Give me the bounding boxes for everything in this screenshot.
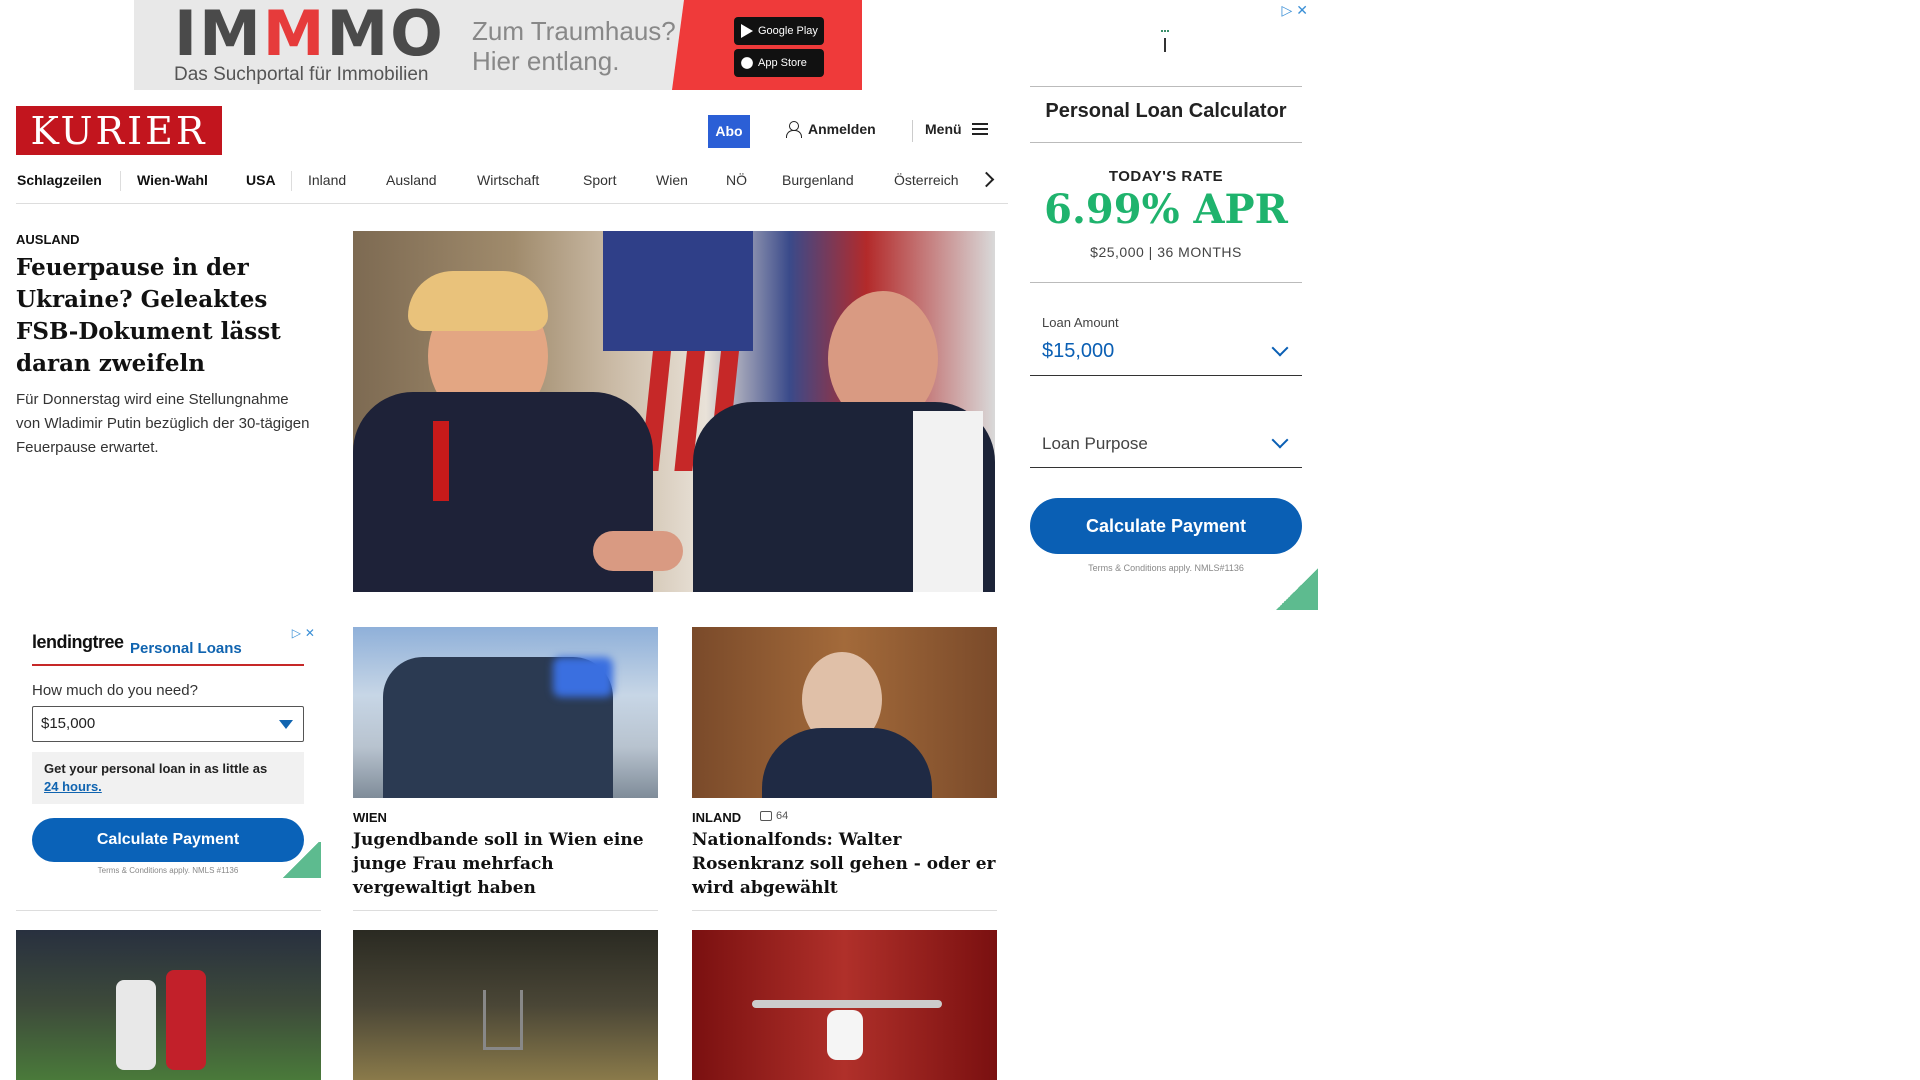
loan-info-text: Get your personal loan in as little as xyxy=(44,761,268,776)
lead-teaser: Für Donnerstag wird eine Stellungnahme v… xyxy=(16,391,310,456)
rate-terms: $25,000 | 36 MONTHS xyxy=(1090,244,1242,260)
loading-icon xyxy=(1161,30,1169,58)
card-divider xyxy=(16,910,321,911)
loan-purpose-field[interactable]: Loan Purpose xyxy=(1030,420,1302,468)
header-divider xyxy=(912,120,913,142)
loan-purpose-placeholder: Loan Purpose xyxy=(1042,434,1148,453)
menu-button[interactable]: Menü xyxy=(925,121,988,137)
login-button[interactable]: Anmelden xyxy=(786,121,876,138)
nav-item-wien[interactable]: Wien xyxy=(656,172,688,188)
card-kicker[interactable]: WIEN xyxy=(353,810,387,825)
calculate-payment-button[interactable]: Calculate Payment xyxy=(1030,498,1302,554)
ad-tagline: Das Suchportal für Immobilien xyxy=(174,64,429,85)
loan-info-link[interactable]: 24 hours. xyxy=(44,779,102,794)
hamburger-icon xyxy=(971,123,988,135)
person-left-hair xyxy=(408,271,548,331)
loan-calculator-ad[interactable]: ▷✕ Personal Loan Calculator TODAY'S RATE… xyxy=(1027,0,1318,610)
lead-kicker[interactable]: AUSLAND xyxy=(16,232,80,247)
ad-terms: Terms & Conditions apply. NMLS#1136 xyxy=(1088,563,1244,573)
lendingtree-logo: lendingtree xyxy=(32,632,124,652)
lead-headline[interactable]: Feuerpause in der Ukraine? Geleaktes FSB… xyxy=(16,252,316,380)
nav-item-burgenland[interactable]: Burgenland xyxy=(782,172,854,188)
loan-amount-value: $15,000 xyxy=(1042,340,1115,362)
person-right-shirt xyxy=(913,411,983,592)
nav-item-usa[interactable]: USA xyxy=(246,172,276,188)
ad-corner-decoration xyxy=(281,842,321,878)
player-red xyxy=(166,970,206,1070)
nav-divider xyxy=(291,171,292,191)
adchoices-icon[interactable]: ▷✕ xyxy=(1282,2,1313,19)
lendingtree-ad[interactable]: ▷✕ lendingtree Personal Loans How much d… xyxy=(16,622,321,878)
person-left-tie xyxy=(433,421,449,501)
adchoices-icon[interactable]: ▷✕ xyxy=(292,626,319,640)
comment-count[interactable]: 64 xyxy=(760,810,788,822)
nav-item-oesterreich[interactable]: Österreich xyxy=(894,172,959,188)
loan-question: How much do you need? xyxy=(32,682,198,699)
white-glove xyxy=(827,1010,863,1060)
chevron-down-icon xyxy=(1271,431,1289,449)
loan-amount-value: $15,000 xyxy=(41,715,96,732)
nav-item-schlagzeilen[interactable]: Schlagzeilen xyxy=(17,172,102,188)
nav-item-noe[interactable]: NÖ xyxy=(726,172,747,188)
login-label: Anmelden xyxy=(808,121,876,137)
ad-divider xyxy=(1030,142,1302,143)
calculate-payment-button[interactable]: Calculate Payment xyxy=(32,818,304,862)
nav-item-wien-wahl[interactable]: Wien-Wahl xyxy=(137,172,208,188)
card-headline[interactable]: Nationalfonds: Walter Rosenkranz soll ge… xyxy=(692,828,997,900)
nav-item-inland[interactable]: Inland xyxy=(308,172,346,188)
silver-tray xyxy=(752,1000,942,1008)
player-white xyxy=(116,980,156,1070)
ad-divider xyxy=(1030,282,1302,283)
portrait-suit xyxy=(762,728,932,798)
loan-amount-select[interactable]: $15,000 xyxy=(32,706,304,742)
apr-rate: 6.99% APR xyxy=(1044,186,1288,233)
dropdown-triangle-icon xyxy=(279,720,293,729)
blue-light xyxy=(553,657,613,697)
card-kicker[interactable]: INLAND xyxy=(692,810,741,825)
card-divider xyxy=(353,910,658,911)
rate-label: TODAY'S RATE xyxy=(1108,168,1224,185)
abo-button[interactable]: Abo xyxy=(708,115,750,148)
nav-item-ausland[interactable]: Ausland xyxy=(386,172,437,188)
card-divider xyxy=(692,910,997,911)
user-icon xyxy=(786,121,802,138)
ad-product-label: Personal Loans xyxy=(130,640,242,657)
comment-icon xyxy=(760,811,772,821)
card-image-pitchfork[interactable] xyxy=(353,930,658,1080)
kurier-logo[interactable]: KURIER xyxy=(16,106,222,155)
ad-terms: Terms & Conditions apply. NMLS #1136 xyxy=(97,866,239,875)
card-image-football[interactable] xyxy=(16,930,321,1080)
app-store-button[interactable]: App Store xyxy=(734,49,824,77)
calculator-title: Personal Loan Calculator xyxy=(1045,100,1287,122)
google-play-button[interactable]: Google Play xyxy=(734,17,824,45)
chevron-right-icon[interactable] xyxy=(978,170,998,190)
ad-divider xyxy=(1030,86,1302,87)
card-image-waiter-tray[interactable] xyxy=(692,930,997,1080)
card-headline[interactable]: Jugendbande soll in Wien eine junge Frau… xyxy=(353,828,658,900)
chevron-down-icon xyxy=(1271,339,1289,357)
ad-slogan: Zum Traumhaus? Hier entlang. xyxy=(472,16,676,76)
menu-label: Menü xyxy=(925,121,962,137)
immmo-logo: IMMMO xyxy=(174,0,445,70)
nav-item-wirtschaft[interactable]: Wirtschaft xyxy=(477,172,539,188)
ad-divider xyxy=(32,664,304,666)
nav-item-sport[interactable]: Sport xyxy=(583,172,616,188)
section-nav: Schlagzeilen Wien-Wahl USA Inland Auslan… xyxy=(16,168,1008,204)
nav-divider xyxy=(120,171,121,191)
pitchfork xyxy=(483,990,523,1050)
loan-info-box: Get your personal loan in as little as 2… xyxy=(32,752,304,804)
ad-corner-decoration xyxy=(1276,568,1318,610)
handshake xyxy=(593,531,683,571)
top-banner-ad[interactable]: IMMMO Das Suchportal für Immobilien Zum … xyxy=(134,0,862,90)
lead-image-trump-putin[interactable] xyxy=(353,231,995,592)
flag-canton xyxy=(603,231,753,351)
card-image-rosenkranz[interactable] xyxy=(692,627,997,798)
card-image-police-car[interactable] xyxy=(353,627,658,798)
loan-amount-label: Loan Amount xyxy=(1042,315,1119,330)
